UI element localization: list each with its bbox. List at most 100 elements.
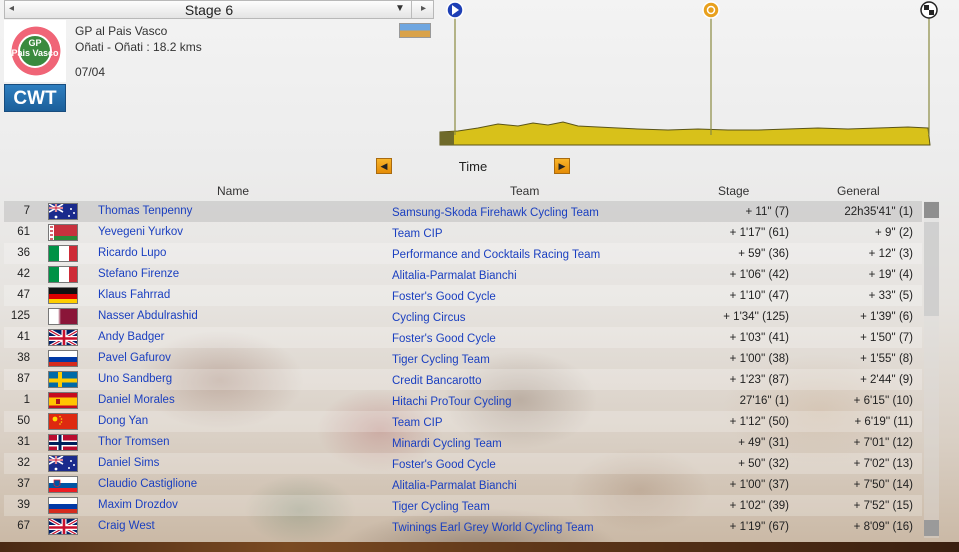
rider-number: 32 xyxy=(17,457,30,469)
table-row[interactable]: 61 Yevegeni Yurkov Team CIP + 1'17'' (61) + … xyxy=(4,222,922,243)
rider-number: 50 xyxy=(17,415,30,427)
rider-name-link[interactable]: Daniel Sims xyxy=(98,457,159,469)
team-name-link[interactable]: Tiger Cycling Team xyxy=(392,501,490,513)
rider-name-link[interactable]: Thomas Tenpenny xyxy=(98,205,192,217)
general-time: + 6'15'' (10) xyxy=(853,395,913,407)
team-name-link[interactable]: Foster's Good Cycle xyxy=(392,459,496,471)
table-row[interactable]: 37 Claudio Castiglione Alitalia-Parmalat B… xyxy=(4,474,922,495)
next-ranking-button[interactable]: ▶ xyxy=(554,158,570,174)
general-time: + 8'09'' (16) xyxy=(853,521,913,533)
team-name-link[interactable]: Foster's Good Cycle xyxy=(392,291,496,303)
rider-name-link[interactable]: Dong Yan xyxy=(98,415,148,427)
table-row[interactable]: 32 Daniel Sims Foster's Good Cycle + 50'' (… xyxy=(4,453,922,474)
table-row[interactable]: 38 Pavel Gafurov Tiger Cycling Team + 1'00'… xyxy=(4,348,922,369)
general-time: + 7'02'' (13) xyxy=(853,458,913,470)
table-row[interactable]: 31 Thor Tromsen Minardi Cycling Team + 49''… xyxy=(4,432,922,453)
logo-text-line2: Pais Vasco xyxy=(11,48,59,58)
team-name-link[interactable]: Twinings Earl Grey World Cycling Team xyxy=(392,522,594,534)
rider-name-link[interactable]: Stefano Firenze xyxy=(98,268,179,280)
prev-ranking-button[interactable]: ◀ xyxy=(376,158,392,174)
team-name-link[interactable]: Foster's Good Cycle xyxy=(392,333,496,345)
team-name-link[interactable]: Team CIP xyxy=(392,417,443,429)
scroll-up-button[interactable] xyxy=(924,202,939,218)
team-name-link[interactable]: Team CIP xyxy=(392,228,443,240)
rider-name-link[interactable]: Daniel Morales xyxy=(98,394,175,406)
race-name: GP al Pais Vasco xyxy=(75,24,168,38)
flag-slovenia-icon xyxy=(48,476,78,493)
column-header-name[interactable]: Name xyxy=(217,184,249,198)
divider xyxy=(411,1,412,18)
flag-uk-icon xyxy=(48,518,78,535)
stage-time: + 1'12'' (50) xyxy=(729,416,789,428)
table-row[interactable]: 87 Uno Sandberg Credit Bancarotto + 1'23'' … xyxy=(4,369,922,390)
flag-australia-icon xyxy=(48,455,78,472)
results-table: 7 Thomas Tenpenny Samsung-Skoda Firehawk C… xyxy=(4,201,922,537)
stage-time: + 1'19'' (67) xyxy=(729,521,789,533)
table-row[interactable]: 1 Daniel Morales Hitachi ProTour Cycling 27… xyxy=(4,390,922,411)
rider-name-link[interactable]: Andy Badger xyxy=(98,331,165,343)
team-name-link[interactable]: Tiger Cycling Team xyxy=(392,354,490,366)
stage-time: + 50'' (32) xyxy=(738,458,789,470)
rider-number: 39 xyxy=(17,499,30,511)
column-header-general[interactable]: General xyxy=(837,184,880,198)
stage-route: Oñati - Oñati : 18.2 kms xyxy=(75,40,202,54)
flag-italy-icon xyxy=(48,266,78,283)
team-name-link[interactable]: Cycling Circus xyxy=(392,312,466,324)
stage-time: 27'16'' (1) xyxy=(739,395,789,407)
flag-qatar-icon xyxy=(48,308,78,325)
stage-title: Stage 6 xyxy=(184,2,234,18)
table-row[interactable]: 41 Andy Badger Foster's Good Cycle + 1'03''… xyxy=(4,327,922,348)
rider-number: 31 xyxy=(17,436,30,448)
rider-name-link[interactable]: Thor Tromsen xyxy=(98,436,170,448)
stage-time: + 1'06'' (42) xyxy=(729,269,789,281)
table-row[interactable]: 47 Klaus Fahrrad Foster's Good Cycle + 1'10… xyxy=(4,285,922,306)
table-row[interactable]: 50 Dong Yan Team CIP + 1'12'' (50) + 6'19'' … xyxy=(4,411,922,432)
rider-name-link[interactable]: Ricardo Lupo xyxy=(98,247,166,259)
stage-time: + 1'17'' (61) xyxy=(729,227,789,239)
table-row[interactable]: 42 Stefano Firenze Alitalia-Parmalat Bianc… xyxy=(4,264,922,285)
rider-name-link[interactable]: Pavel Gafurov xyxy=(98,352,171,364)
column-header-team[interactable]: Team xyxy=(510,184,539,198)
table-row[interactable]: 7 Thomas Tenpenny Samsung-Skoda Firehawk C… xyxy=(4,201,922,222)
column-header-stage[interactable]: Stage xyxy=(718,184,749,198)
general-time: + 6'19'' (11) xyxy=(854,416,913,428)
stage-time: + 1'03'' (41) xyxy=(729,332,789,344)
rider-number: 7 xyxy=(23,205,30,217)
team-name-link[interactable]: Alitalia-Parmalat Bianchi xyxy=(392,270,517,282)
rider-number: 47 xyxy=(17,289,30,301)
rider-name-link[interactable]: Yevegeni Yurkov xyxy=(98,226,183,238)
table-row[interactable]: 36 Ricardo Lupo Performance and Cocktails … xyxy=(4,243,922,264)
table-row[interactable]: 125 Nasser Abdulrashid Cycling Circus + 1'3… xyxy=(4,306,922,327)
scrollbar-thumb[interactable] xyxy=(924,222,939,316)
general-time: + 2'44'' (9) xyxy=(860,374,913,386)
rider-name-link[interactable]: Maxim Drozdov xyxy=(98,499,178,511)
team-name-link[interactable]: Alitalia-Parmalat Bianchi xyxy=(392,480,517,492)
flag-sweden-icon xyxy=(48,371,78,388)
table-row[interactable]: 39 Maxim Drozdov Tiger Cycling Team + 1'02'… xyxy=(4,495,922,516)
profile-start-block xyxy=(440,132,454,145)
rider-name-link[interactable]: Claudio Castiglione xyxy=(98,478,197,490)
rider-name-link[interactable]: Uno Sandberg xyxy=(98,373,172,385)
prev-stage-icon[interactable]: ◂ xyxy=(9,3,14,14)
stage-time: + 1'23'' (87) xyxy=(729,374,789,386)
rider-number: 38 xyxy=(17,352,30,364)
weather-icon xyxy=(399,23,431,38)
team-name-link[interactable]: Minardi Cycling Team xyxy=(392,438,502,450)
stage-date: 07/04 xyxy=(75,65,106,79)
team-name-link[interactable]: Performance and Cocktails Racing Team xyxy=(392,249,600,261)
flag-germany-icon xyxy=(48,287,78,304)
scroll-down-button[interactable] xyxy=(924,520,939,536)
rider-name-link[interactable]: Craig West xyxy=(98,520,155,532)
stage-profile xyxy=(439,1,938,146)
rider-name-link[interactable]: Klaus Fahrrad xyxy=(98,289,170,301)
stage-selector[interactable]: ◂ Stage 6 ▼ ▸ xyxy=(4,0,434,19)
team-name-link[interactable]: Samsung-Skoda Firehawk Cycling Team xyxy=(392,207,599,219)
general-time: + 7'52'' (15) xyxy=(853,500,913,512)
next-stage-icon[interactable]: ▸ xyxy=(421,3,426,14)
general-time: + 7'01'' (12) xyxy=(853,437,913,449)
chevron-down-icon[interactable]: ▼ xyxy=(395,3,405,14)
table-row[interactable]: 67 Craig West Twinings Earl Grey World Cyc… xyxy=(4,516,922,537)
team-name-link[interactable]: Hitachi ProTour Cycling xyxy=(392,396,512,408)
rider-name-link[interactable]: Nasser Abdulrashid xyxy=(98,310,198,322)
team-name-link[interactable]: Credit Bancarotto xyxy=(392,375,482,387)
